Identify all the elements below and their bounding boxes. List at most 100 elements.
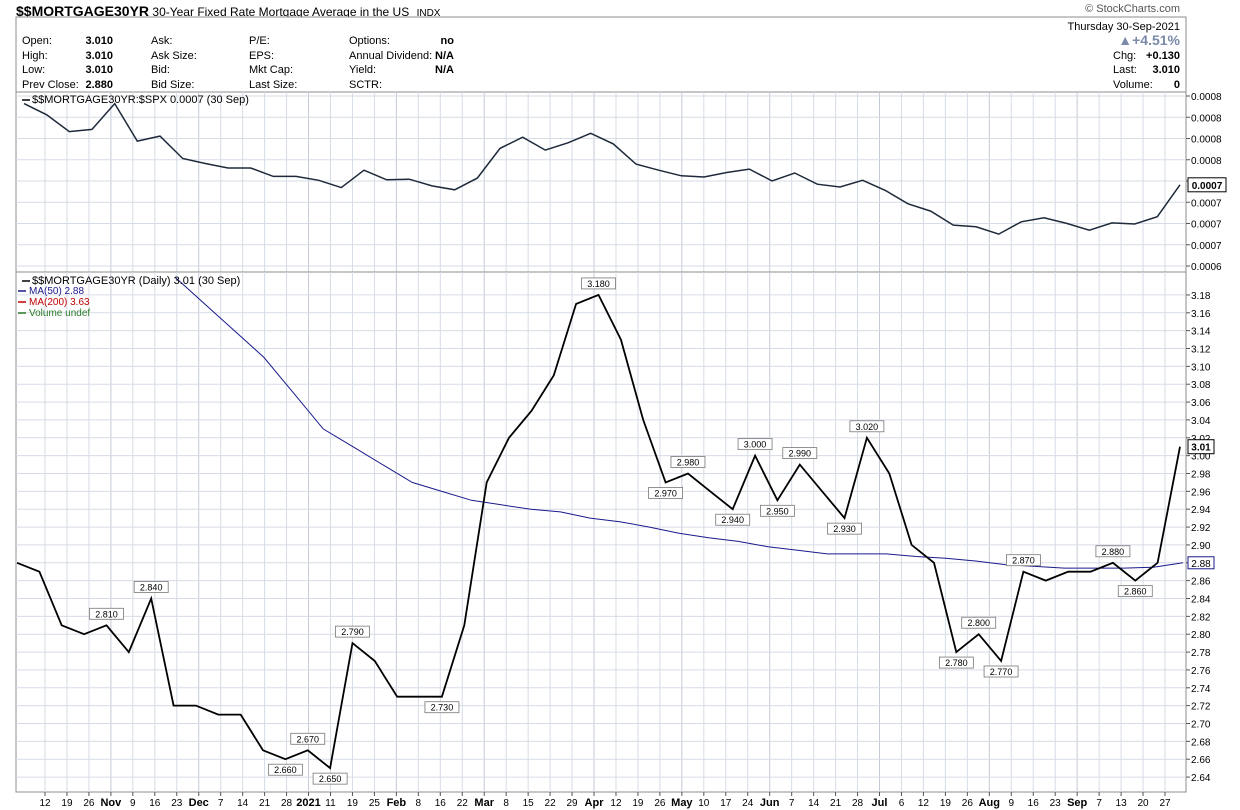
quote-label: Open:: [22, 35, 52, 47]
quote-label: Yield:: [349, 64, 376, 76]
x-tick-label: 23: [1050, 798, 1062, 809]
quote-label: EPS:: [249, 50, 274, 62]
quote-value: 3.010: [85, 50, 113, 62]
data-label: 2.940: [721, 515, 744, 525]
ma-last-label: 2.88: [1191, 559, 1211, 570]
y-tick-label: 2.78: [1191, 648, 1211, 659]
data-label: 2.950: [766, 506, 789, 516]
data-label: 2.780: [945, 658, 968, 668]
x-tick-label: 7: [218, 798, 224, 809]
x-tick-label: Mar: [474, 797, 494, 809]
quote-value: 3.010: [1152, 64, 1180, 76]
x-tick-label: 16: [1028, 798, 1040, 809]
y-tick-label: 2.92: [1191, 523, 1211, 534]
x-tick-label: 6: [899, 798, 905, 809]
quote-value: no: [441, 35, 455, 47]
y-tick-label: 2.70: [1191, 720, 1211, 731]
y-tick-label: 2.66: [1191, 755, 1211, 766]
chart-svg: Open: 3.010High: 3.010Low: 3.010Prev Close:…: [15, 16, 1227, 809]
quote-label: Ask Size:: [151, 50, 197, 62]
y-tick-label: 0.0007: [1191, 220, 1222, 231]
x-tick-label: 23: [171, 798, 183, 809]
x-tick-label: 12: [39, 798, 51, 809]
data-label: 2.880: [1102, 547, 1125, 557]
y-tick-label: 3.06: [1191, 398, 1211, 409]
price-last-label: 3.01: [1191, 443, 1211, 454]
x-tick-label: 17: [720, 798, 732, 809]
x-tick-label: 26: [654, 798, 666, 809]
y-tick-label: 2.96: [1191, 487, 1211, 498]
x-tick-label: 9: [1008, 798, 1014, 809]
x-tick-label: Apr: [585, 797, 605, 809]
y-tick-label: 2.98: [1191, 470, 1211, 481]
x-tick-label: 14: [237, 798, 249, 809]
quote-value: N/A: [435, 64, 454, 76]
x-tick-label: 12: [610, 798, 622, 809]
quote-label: Mkt Cap:: [249, 64, 293, 76]
x-tick-label: 16: [435, 798, 447, 809]
x-tick-label: 15: [523, 798, 535, 809]
x-tick-label: 7: [1096, 798, 1102, 809]
x-tick-label: Dec: [189, 797, 209, 809]
data-label: 2.730: [431, 703, 454, 713]
x-tick-label: 26: [83, 798, 95, 809]
quote-label: Prev Close:: [22, 79, 79, 91]
data-label: 2.670: [296, 734, 319, 744]
quote-value: 0: [1174, 79, 1180, 91]
y-tick-label: 3.10: [1191, 362, 1211, 373]
quote-value: N/A: [435, 50, 454, 62]
x-tick-label: Nov: [100, 797, 122, 809]
x-tick-label: 22: [457, 798, 469, 809]
data-label: 2.800: [967, 618, 990, 628]
y-tick-label: 2.64: [1191, 773, 1211, 784]
y-tick-label: 0.0008: [1191, 135, 1222, 146]
x-tick-label: 19: [940, 798, 952, 809]
quote-value: 2.880: [85, 79, 113, 91]
x-tick-label: 7: [789, 798, 795, 809]
data-label: 3.180: [587, 279, 610, 289]
y-tick-label: 2.80: [1191, 630, 1211, 641]
quote-value: 3.010: [85, 64, 113, 76]
data-label: 2.770: [990, 667, 1013, 677]
y-tick-label: 0.0007: [1191, 241, 1222, 252]
quote-label: Last Size:: [249, 79, 297, 91]
y-tick-label: 2.90: [1191, 541, 1211, 552]
x-tick-label: 14: [808, 798, 820, 809]
quote-label: Bid:: [151, 64, 170, 76]
data-label: 2.870: [1012, 556, 1035, 566]
legend-entry: MA(50) 2.88: [29, 286, 84, 297]
quote-label: SCTR:: [349, 79, 382, 91]
x-tick-label: 16: [149, 798, 161, 809]
y-tick-label: 3.14: [1191, 327, 1211, 338]
y-tick-label: 2.76: [1191, 666, 1211, 677]
y-tick-label: 2.72: [1191, 702, 1211, 713]
y-tick-label: 2.86: [1191, 577, 1211, 588]
x-tick-label: Jun: [760, 797, 780, 809]
x-tick-label: 22: [545, 798, 557, 809]
x-tick-label: Aug: [979, 797, 1000, 809]
y-tick-label: 2.82: [1191, 612, 1211, 623]
quote-label: High:: [22, 50, 48, 62]
quote-value: 3.010: [85, 35, 113, 47]
quote-label: P/E:: [249, 35, 270, 47]
x-tick-label: 29: [566, 798, 578, 809]
y-tick-label: 2.84: [1191, 595, 1211, 606]
data-label: 3.000: [744, 440, 767, 450]
x-tick-label: 28: [281, 798, 293, 809]
quote-label: Annual Dividend:: [349, 50, 432, 62]
y-tick-label: 3.04: [1191, 416, 1211, 427]
x-tick-label: Feb: [387, 797, 407, 809]
x-tick-label: 24: [742, 798, 754, 809]
y-tick-label: 3.16: [1191, 309, 1211, 320]
y-tick-label: 3.18: [1191, 291, 1211, 302]
legend-entry: MA(200) 3.63: [29, 297, 90, 308]
ratio-title: $$MORTGAGE30YR:$SPX 0.0007 (30 Sep): [32, 94, 249, 106]
x-tick-label: 19: [61, 798, 73, 809]
price-panel: [15, 271, 1187, 793]
y-tick-label: 2.68: [1191, 737, 1211, 748]
x-tick-label: 11: [325, 798, 336, 809]
y-tick-label: 0.0006: [1191, 262, 1222, 273]
x-tick-label: Jul: [872, 797, 888, 809]
data-label: 2.980: [677, 458, 700, 468]
x-tick-label: 13: [1116, 798, 1128, 809]
